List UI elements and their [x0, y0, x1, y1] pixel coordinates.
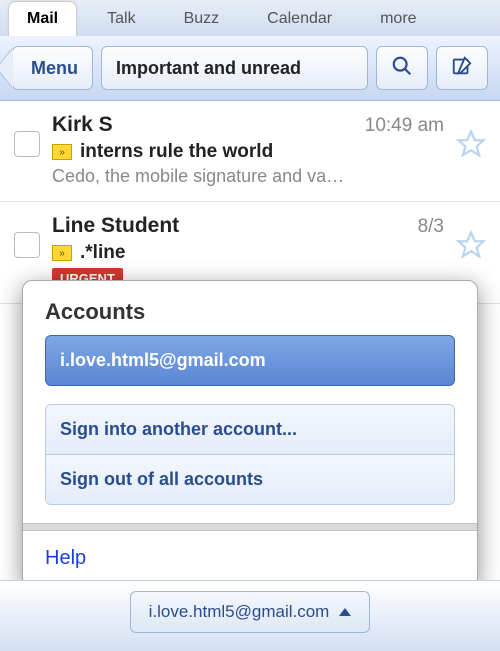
back-arrow-icon	[0, 48, 13, 88]
sign-in-another-account-button[interactable]: Sign into another account...	[46, 405, 454, 454]
email-preview: Cedo, the mobile signature and va…	[52, 166, 444, 187]
email-checkbox[interactable]	[14, 232, 40, 258]
account-email-label: i.love.html5@gmail.com	[149, 602, 330, 622]
chevron-up-icon	[339, 608, 351, 616]
toolbar: Menu Important and unread	[0, 36, 500, 101]
top-tabs: Mail Talk Buzz Calendar more	[0, 0, 500, 36]
star-icon	[456, 247, 486, 264]
email-list: Kirk S 10:49 am » interns rule the world…	[0, 101, 500, 304]
email-subject: .*line	[80, 242, 125, 264]
email-content: Kirk S 10:49 am » interns rule the world…	[52, 113, 444, 187]
email-time: 8/3	[418, 216, 444, 238]
email-checkbox[interactable]	[14, 131, 40, 157]
current-account-button[interactable]: i.love.html5@gmail.com	[45, 335, 455, 386]
email-sender: Line Student	[52, 214, 179, 238]
important-marker-icon: »	[52, 245, 72, 261]
menu-button-label: Menu	[31, 58, 78, 79]
compose-button[interactable]	[436, 46, 488, 90]
email-time: 10:49 am	[365, 115, 444, 137]
account-switcher-button[interactable]: i.love.html5@gmail.com	[130, 591, 371, 633]
email-sender: Kirk S	[52, 113, 113, 137]
help-link[interactable]: Help	[45, 547, 86, 569]
popover-divider	[23, 523, 477, 531]
accounts-popover: Accounts i.love.html5@gmail.com Sign int…	[22, 280, 478, 587]
star-icon	[456, 146, 486, 163]
star-toggle[interactable]	[456, 230, 486, 260]
account-options-group: Sign into another account... Sign out of…	[45, 404, 455, 505]
important-marker-icon: »	[52, 144, 72, 160]
email-subject: interns rule the world	[80, 141, 273, 163]
tab-more[interactable]: more	[362, 2, 434, 36]
menu-button[interactable]: Menu	[12, 46, 93, 90]
sign-out-all-button[interactable]: Sign out of all accounts	[46, 454, 454, 504]
compose-icon	[451, 55, 473, 82]
accounts-popover-title: Accounts	[23, 281, 477, 335]
tab-buzz[interactable]: Buzz	[166, 2, 238, 36]
search-button[interactable]	[376, 46, 428, 90]
star-toggle[interactable]	[456, 129, 486, 159]
view-title-label: Important and unread	[116, 58, 301, 79]
tab-talk[interactable]: Talk	[89, 2, 153, 36]
tab-calendar[interactable]: Calendar	[249, 2, 350, 36]
view-title-button[interactable]: Important and unread	[101, 46, 368, 90]
email-content: Line Student 8/3 » .*line URGENT	[52, 214, 444, 289]
email-item[interactable]: Kirk S 10:49 am » interns rule the world…	[0, 101, 500, 202]
search-icon	[391, 55, 413, 82]
tab-mail[interactable]: Mail	[8, 1, 77, 36]
account-bar: i.love.html5@gmail.com	[0, 580, 500, 651]
